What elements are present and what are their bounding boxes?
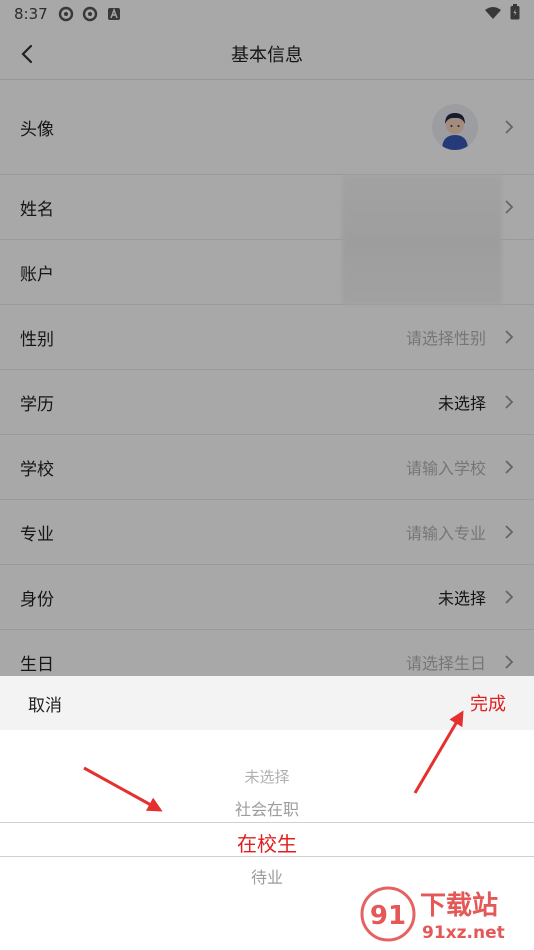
picker-option-selected[interactable]: 在校生 (0, 828, 534, 857)
cancel-button[interactable]: 取消 (28, 691, 62, 716)
picker-option[interactable]: 未选择 (0, 766, 534, 787)
watermark-title: 下载站 (420, 891, 498, 921)
selection-line-bottom (0, 856, 534, 857)
watermark-mark: 91 (370, 901, 406, 931)
site-watermark: 91 下载站 91xz.net (358, 880, 528, 948)
selection-line-top (0, 822, 534, 823)
done-button[interactable]: 完成 (470, 690, 506, 716)
picker-toolbar: 取消 完成 (0, 676, 534, 730)
modal-overlay[interactable] (0, 0, 534, 676)
watermark-url: 91xz.net (422, 923, 505, 943)
picker-option[interactable]: 社会在职 (0, 796, 534, 820)
